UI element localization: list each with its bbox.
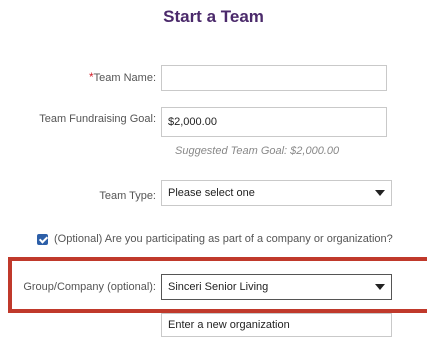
new-organization-value: Enter a new organization — [168, 319, 290, 331]
team-type-label: Team Type: — [99, 190, 156, 202]
team-type-select[interactable]: Please select one — [161, 180, 392, 206]
goal-input[interactable]: $2,000.00 — [161, 107, 387, 137]
team-type-value: Please select one — [168, 187, 255, 199]
org-checkbox-label: (Optional) Are you participating as part… — [54, 233, 393, 245]
team-name-label: *Team Name: — [89, 70, 156, 85]
org-checkbox[interactable] — [37, 233, 48, 245]
page-title: Start a Team — [163, 7, 264, 26]
org-checkbox-row[interactable]: (Optional) Are you participating as part… — [37, 233, 393, 245]
goal-hint: Suggested Team Goal: $2,000.00 — [175, 145, 340, 157]
start-team-page: Start a Team *Team Name: Team Fundraisin… — [0, 0, 427, 337]
group-value: Sinceri Senior Living — [168, 281, 269, 293]
team-name-input[interactable] — [161, 65, 387, 91]
new-organization-input[interactable]: Enter a new organization — [161, 313, 392, 337]
team-name-label-text: Team Name: — [93, 72, 156, 84]
chevron-down-icon — [375, 190, 385, 196]
group-select[interactable]: Sinceri Senior Living — [161, 274, 392, 300]
goal-value: $2,000.00 — [168, 116, 217, 128]
chevron-down-icon — [375, 284, 385, 290]
goal-label: Team Fundraising Goal: — [39, 113, 156, 125]
group-label: Group/Company (optional): — [23, 281, 156, 293]
